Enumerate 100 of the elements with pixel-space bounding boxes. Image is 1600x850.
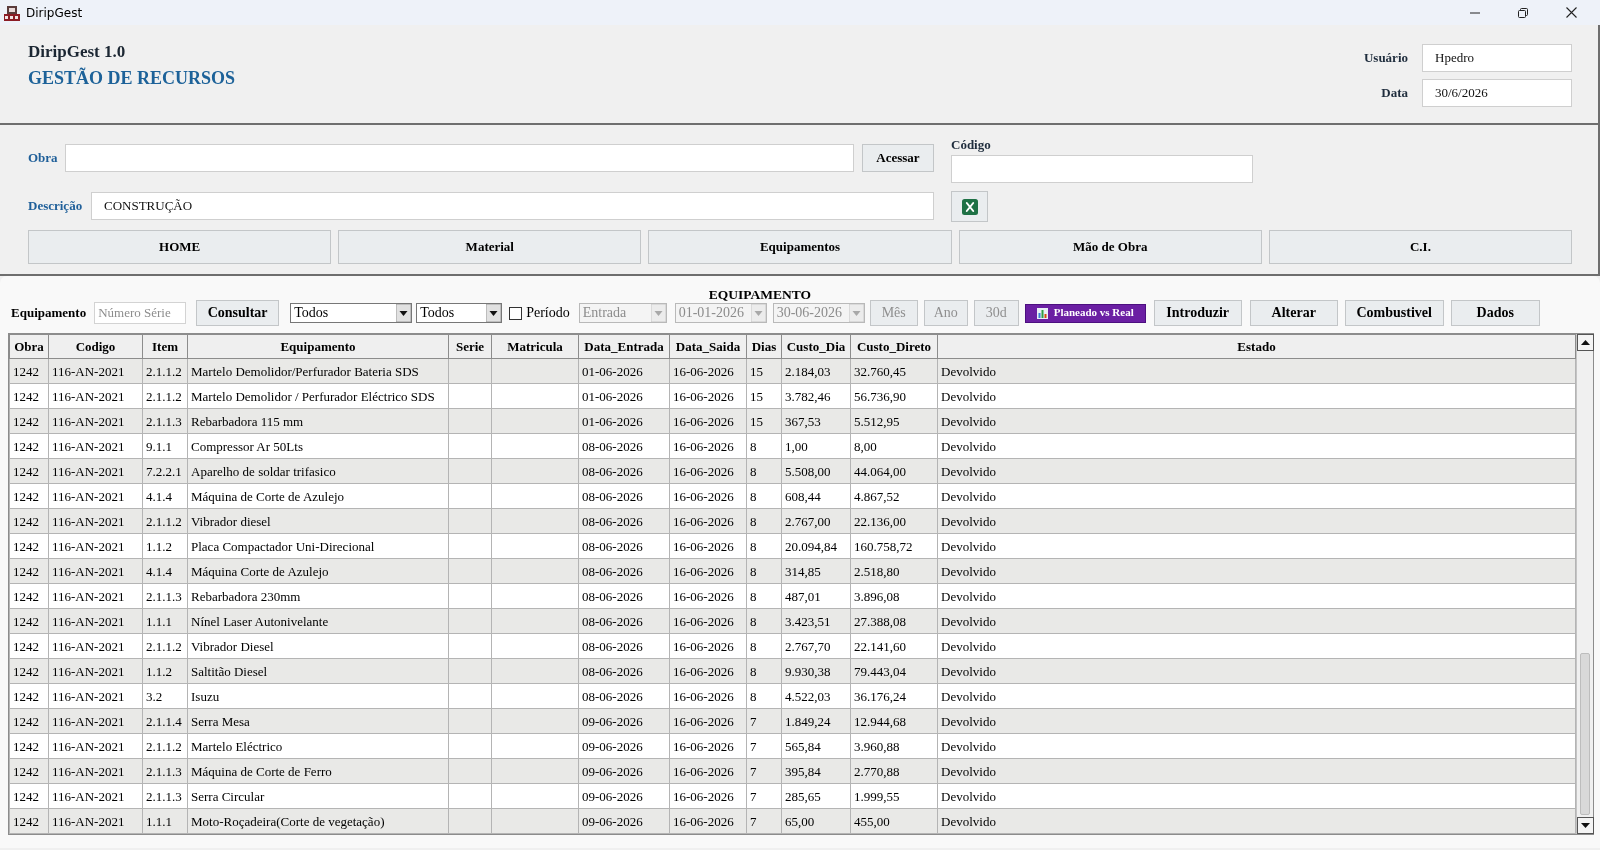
nav-button[interactable]: Equipamentos	[648, 230, 952, 264]
table-cell: 22.136,00	[850, 508, 938, 534]
table-cell: 22.141,60	[850, 633, 938, 659]
table-cell: 08-06-2026	[578, 683, 670, 709]
table-cell: 116-AN-2021	[48, 658, 143, 684]
table-cell: Placa Compactador Uni-Direcional	[187, 533, 449, 559]
close-icon[interactable]	[1566, 7, 1577, 18]
column-header[interactable]: Estado	[937, 334, 1576, 359]
table-cell: 116-AN-2021	[48, 783, 143, 809]
table-cell: 116-AN-2021	[48, 408, 143, 434]
table-cell: 116-AN-2021	[48, 383, 143, 409]
scroll-down-icon[interactable]	[1577, 817, 1594, 834]
action-button[interactable]: Combustivel	[1344, 300, 1444, 326]
search-button[interactable]: Consultar	[196, 300, 280, 326]
app-subtitle: GESTÃO DE RECURSOS	[28, 67, 236, 89]
period-checkbox[interactable]	[509, 306, 523, 320]
table-cell: 1242	[9, 383, 49, 409]
column-header[interactable]: Custo_Dia	[781, 334, 851, 359]
text-field[interactable]: 30/6/2026	[1422, 79, 1572, 107]
restore-icon[interactable]	[1518, 7, 1528, 18]
table-cell: 116-AN-2021	[48, 483, 143, 509]
table-cell: Devolvido	[937, 633, 1576, 659]
table-cell: Serra Mesa	[187, 708, 449, 734]
table-cell: 1242	[9, 433, 49, 459]
obra-field[interactable]	[65, 144, 854, 172]
table-cell: Devolvido	[937, 683, 1576, 709]
table-cell: 1242	[9, 783, 49, 809]
table-cell: 116-AN-2021	[48, 633, 143, 659]
table-cell: 1.999,55	[850, 783, 938, 809]
export-button[interactable]	[951, 191, 988, 222]
column-header[interactable]: Matricula	[491, 334, 579, 359]
column-header[interactable]: Obra	[9, 334, 49, 359]
table-cell: 1242	[9, 758, 49, 784]
table-cell: Devolvido	[937, 433, 1576, 459]
column-header[interactable]: Data_Saida	[669, 334, 747, 359]
chart-button[interactable]: Planeado vs Real	[1024, 303, 1146, 323]
table-cell: 116-AN-2021	[48, 758, 143, 784]
field-label: Equipamento	[11, 305, 87, 321]
table-cell: Devolvido	[937, 808, 1576, 834]
scrollbar-thumb[interactable]	[1580, 653, 1590, 815]
table-cell: 8,00	[850, 433, 938, 459]
access-button[interactable]: Acessar	[862, 144, 934, 172]
nav-button[interactable]: HOME	[28, 230, 332, 264]
table-cell: 116-AN-2021	[48, 808, 143, 834]
action-button[interactable]: Alterar	[1249, 300, 1338, 326]
column-header[interactable]: Dias	[746, 334, 782, 359]
table-cell: 08-06-2026	[578, 558, 670, 584]
table-cell: Devolvido	[937, 758, 1576, 784]
table-cell: Máquina Corte de Azulejo	[187, 558, 449, 584]
dropdown[interactable]: Todos	[290, 303, 413, 323]
table-cell: Devolvido	[937, 558, 1576, 584]
bar-chart-icon	[1036, 307, 1048, 319]
table-cell: 08-06-2026	[578, 508, 670, 534]
table-cell: 09-06-2026	[578, 733, 670, 759]
table-cell: 160.758,72	[850, 533, 938, 559]
field-label: Código	[951, 137, 992, 152]
table-cell: 27.388,08	[850, 608, 938, 634]
table-cell: 01-06-2026	[578, 408, 670, 434]
scroll-up-icon[interactable]	[1577, 334, 1594, 351]
table-cell: 32.760,45	[850, 358, 938, 384]
table-cell: 116-AN-2021	[48, 583, 143, 609]
table-cell: Moto-Roçadeira(Corte de vegetação)	[187, 808, 449, 834]
table-cell: 01-06-2026	[578, 358, 670, 384]
table-cell: 44.064,00	[850, 458, 938, 484]
nav-button[interactable]: Material	[338, 230, 642, 264]
column-header[interactable]: Equipamento	[187, 334, 449, 359]
table-cell: 36.176,24	[850, 683, 938, 709]
caret-icon	[396, 304, 412, 322]
table-cell: 1242	[9, 683, 49, 709]
table-cell: Martelo Demolidor/Perfurador Bateria SDS	[187, 358, 449, 384]
table-cell: Devolvido	[937, 358, 1576, 384]
column-header[interactable]: Data_Entrada	[578, 334, 670, 359]
table-cell: 08-06-2026	[578, 608, 670, 634]
table-cell: 08-06-2026	[578, 483, 670, 509]
action-button[interactable]: Introduzir	[1153, 300, 1242, 326]
table-cell: Devolvido	[937, 383, 1576, 409]
scrollbar[interactable]	[1576, 334, 1593, 834]
table-cell: 1242	[9, 708, 49, 734]
field-label: Data	[1381, 85, 1408, 101]
table-cell: Devolvido	[937, 783, 1576, 809]
table-cell: Serra Circular	[187, 783, 449, 809]
table-cell: Devolvido	[937, 708, 1576, 734]
text-field[interactable]: Hpedro	[1422, 44, 1572, 72]
table-cell: 08-06-2026	[578, 633, 670, 659]
table-cell: 1242	[9, 633, 49, 659]
nav-button[interactable]: Mão de Obra	[958, 230, 1262, 264]
description-field[interactable]: CONSTRUÇÃO	[91, 192, 934, 220]
field-label: Usuário	[1363, 50, 1408, 66]
table-cell: Isuzu	[187, 683, 449, 709]
table-cell: 08-06-2026	[578, 658, 670, 684]
column-header[interactable]: Codigo	[48, 334, 143, 359]
action-button[interactable]: Dados	[1450, 300, 1540, 326]
column-header[interactable]: Item	[142, 334, 188, 359]
code-field[interactable]	[951, 155, 1253, 183]
column-header[interactable]: Custo_Direto	[850, 334, 938, 359]
column-header[interactable]: Serie	[448, 334, 492, 359]
nav-button[interactable]: C.I.	[1268, 230, 1572, 264]
table-cell: Rebarbadora 230mm	[187, 583, 449, 609]
dropdown[interactable]: Todos	[416, 303, 503, 323]
table-cell: 1242	[9, 608, 49, 634]
